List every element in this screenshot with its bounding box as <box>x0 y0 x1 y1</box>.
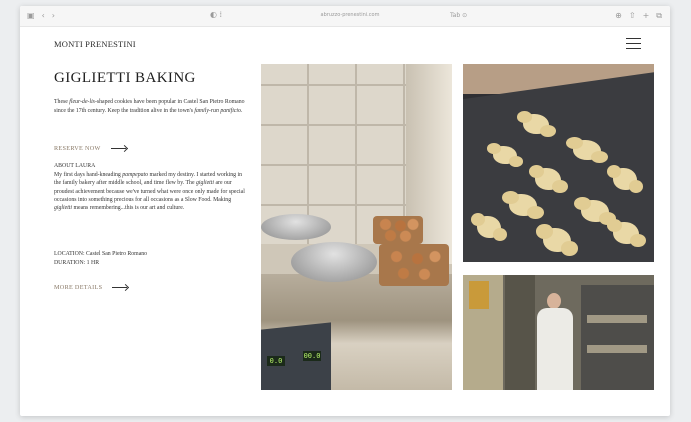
more-details-label: MORE DETAILS <box>54 284 103 291</box>
intro-text: These fleur-de-lis-shaped cookies have b… <box>54 99 245 114</box>
reader-button[interactable]: Tab ⊙ <box>450 10 467 21</box>
about-text: My first days hand-kneading pampepato ma… <box>54 172 245 212</box>
forward-icon[interactable]: › <box>52 10 55 21</box>
scale-display-right: 00.0 <box>303 351 321 361</box>
more-details-link[interactable]: MORE DETAILS <box>54 284 128 291</box>
scale-display-left: 0.0 <box>267 356 285 366</box>
baker-figure <box>535 293 575 390</box>
sidebar-icon[interactable]: ▣ <box>27 10 35 21</box>
shield-icon[interactable]: ◐ ⁞ <box>210 10 222 19</box>
site-brand[interactable]: MONTI PRENESTINI <box>54 39 136 49</box>
new-tab-icon[interactable]: + <box>643 10 650 21</box>
hamburger-menu-icon[interactable] <box>626 38 641 50</box>
share-icon[interactable]: ⇧ <box>629 10 636 21</box>
reserve-now-link[interactable]: RESERVE NOW <box>54 145 127 152</box>
about-heading: ABOUT LAURA <box>54 163 96 169</box>
arrow-right-icon <box>112 284 128 291</box>
address-bar[interactable]: abruzzo-prenestini.com <box>290 10 410 21</box>
tabs-overview-icon[interactable]: ⧉ <box>656 10 662 21</box>
cookies-tray-photo <box>463 64 654 262</box>
back-icon[interactable]: ‹ <box>42 10 45 21</box>
baker-portrait-photo <box>463 275 654 390</box>
browser-toolbar: ▣ ‹ › ◐ ⁞ abruzzo-prenestini.com Tab ⊙ ⊕… <box>20 6 670 27</box>
location-text: LOCATION: Castel San Pietro Romano <box>54 251 148 257</box>
duration-text: DURATION: 1 HR <box>54 260 100 266</box>
page-title: GIGLIETTI BAKING <box>54 70 196 86</box>
bakery-counter-photo: 0.0 00.0 <box>261 64 452 390</box>
reserve-now-label: RESERVE NOW <box>54 145 101 152</box>
download-icon[interactable]: ⊕ <box>615 10 622 21</box>
arrow-right-icon <box>110 145 127 152</box>
browser-window: ▣ ‹ › ◐ ⁞ abruzzo-prenestini.com Tab ⊙ ⊕… <box>20 6 670 416</box>
